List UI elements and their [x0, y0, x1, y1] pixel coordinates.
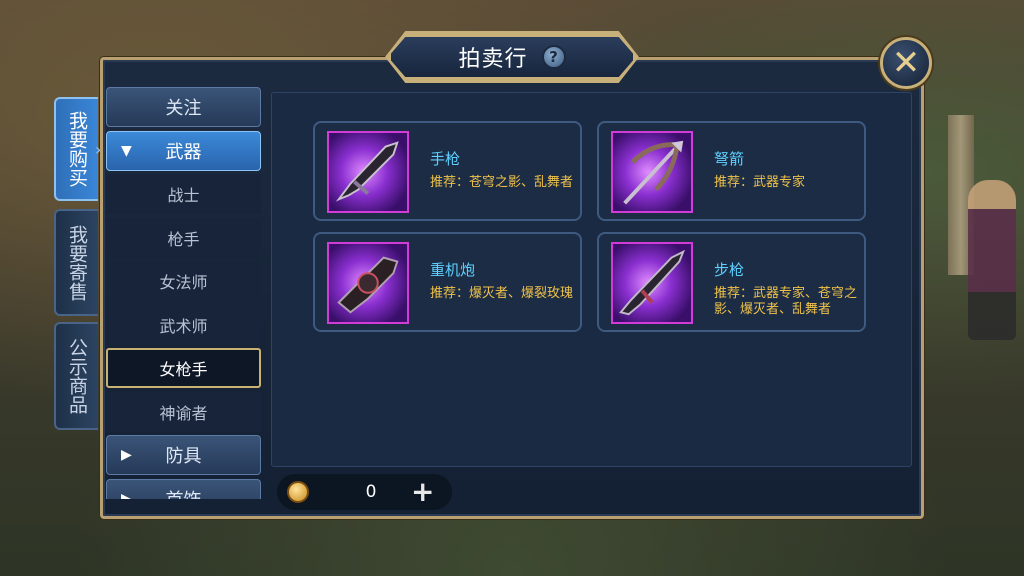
item-card-rifle[interactable]: 步枪 推荐：武器专家、苍穹之影、爆灭者、乱舞者: [597, 232, 866, 332]
subcategory-label: 战士: [167, 186, 200, 205]
close-button[interactable]: ✕: [880, 37, 932, 89]
crossbow-icon: [611, 131, 693, 213]
chevron-right-icon: ›: [95, 140, 102, 159]
item-recommend: 推荐：苍穹之影、乱舞者: [430, 175, 574, 190]
category-armor[interactable]: ▶ 防具: [106, 435, 261, 475]
subcategory-gunner[interactable]: 枪手: [106, 217, 261, 258]
item-name: 弩箭: [714, 150, 745, 168]
caret-right-icon: ▶: [121, 490, 132, 500]
item-card-crossbow[interactable]: 弩箭 推荐：武器专家: [597, 121, 866, 221]
help-icon[interactable]: ?: [541, 45, 566, 69]
caret-right-icon: ▶: [121, 447, 132, 463]
add-currency-button[interactable]: +: [411, 478, 434, 506]
tab-public-items-label: 公示商品: [66, 338, 88, 414]
coin-icon: [287, 481, 309, 503]
tab-consign-label: 我要寄售: [66, 224, 88, 301]
close-icon: ✕: [891, 43, 921, 83]
category-weapons[interactable]: ▼ 武器: [106, 130, 261, 171]
tab-consign[interactable]: 我要寄售: [54, 209, 98, 316]
item-name: 步枪: [714, 261, 745, 279]
category-accessories-label: 首饰: [166, 486, 202, 500]
coin-amount: 0: [365, 482, 377, 502]
currency-bar: 0 +: [277, 474, 452, 510]
item-name: 手枪: [430, 150, 461, 168]
subcategory-label: 神谕者: [159, 403, 208, 423]
item-recommend: 推荐：爆灭者、爆裂玫瑰: [430, 286, 574, 301]
tab-buy-label: 我要购买: [66, 111, 88, 187]
subcategory-female-gunner[interactable]: 女枪手: [106, 348, 261, 388]
category-follow-label: 关注: [165, 98, 202, 119]
category-list[interactable]: 关注 ▼ 武器 战士 枪手 女法师 武术师 女枪手 神谕者 ▶ 防具 ▶ 首饰: [106, 87, 263, 499]
subcategory-label: 武术师: [159, 316, 208, 336]
title-plate: 拍卖行 ?: [388, 34, 636, 80]
item-card-pistol[interactable]: 手枪 推荐：苍穹之影、乱舞者: [313, 121, 582, 221]
subcategory-label: 枪手: [167, 229, 200, 249]
tab-buy[interactable]: 我要购买: [54, 97, 98, 201]
subcategory-label: 女枪手: [159, 360, 208, 379]
item-recommend: 推荐：武器专家、苍穹之影、爆灭者、乱舞者: [714, 286, 858, 317]
category-accessories[interactable]: ▶ 首饰: [106, 478, 261, 500]
background-npc: [968, 180, 1016, 340]
subcategory-warrior[interactable]: 战士: [106, 174, 261, 214]
page-title: 拍卖行: [458, 47, 528, 72]
heavy-cannon-icon: [327, 242, 409, 324]
category-armor-label: 防具: [165, 446, 202, 467]
category-weapons-label: 武器: [165, 141, 202, 163]
pistol-icon: [327, 131, 409, 213]
caret-down-icon: ▼: [121, 142, 132, 159]
item-card-heavy-cannon[interactable]: 重机炮 推荐：爆灭者、爆裂玫瑰: [313, 232, 582, 332]
item-recommend: 推荐：武器专家: [714, 175, 806, 190]
subcategory-martial-artist[interactable]: 武术师: [106, 304, 261, 345]
subcategory-label: 女法师: [159, 273, 208, 292]
tab-public-items[interactable]: 公示商品: [54, 322, 98, 430]
item-name: 重机炮: [430, 261, 476, 279]
subcategory-female-mage[interactable]: 女法师: [106, 261, 261, 301]
rifle-icon: [611, 242, 693, 324]
category-follow[interactable]: 关注: [106, 87, 261, 127]
subcategory-oracle[interactable]: 神谕者: [106, 391, 261, 432]
